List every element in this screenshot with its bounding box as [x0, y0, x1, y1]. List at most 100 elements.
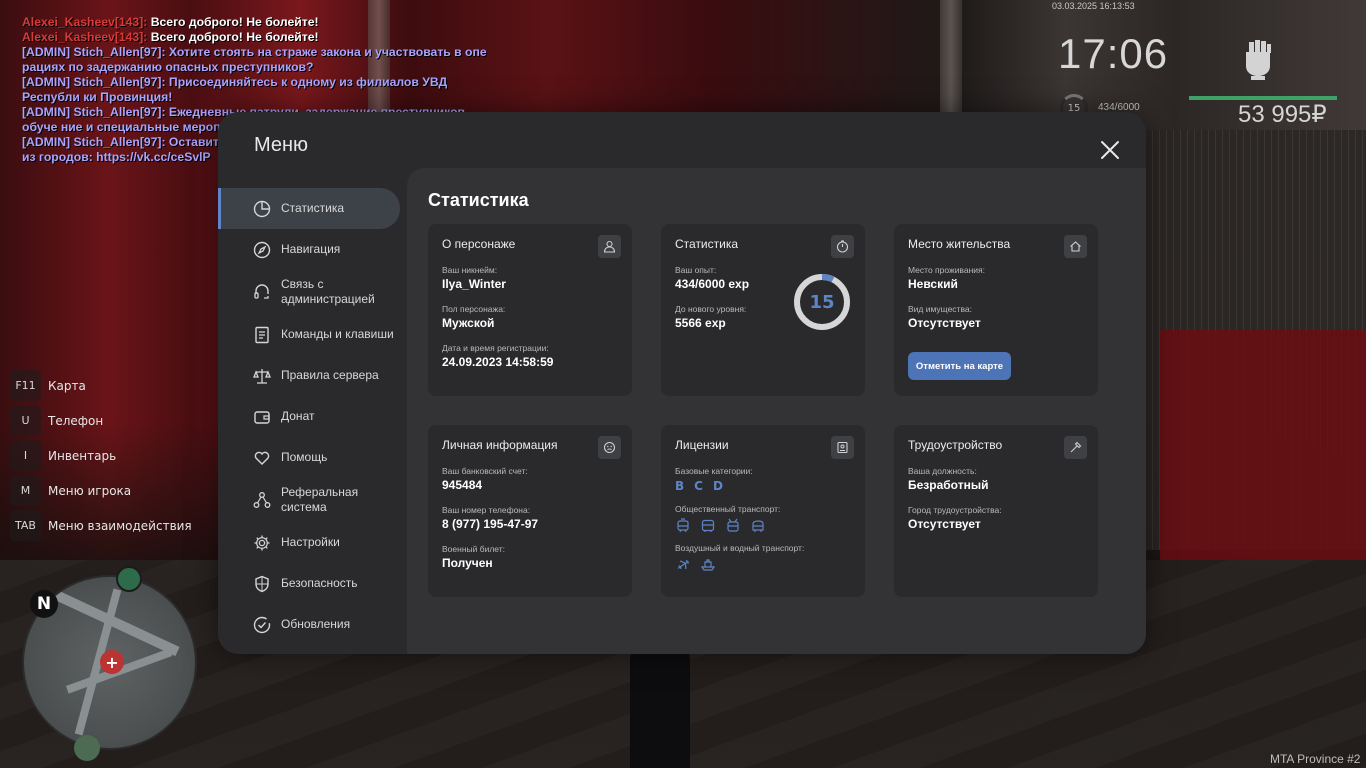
menu-window: Меню Статистика Навигация Связь с админи… [218, 112, 1146, 654]
sidebar-item-label: Команды и клавиши [281, 327, 394, 341]
position-label: Ваша должность: [908, 466, 977, 476]
gender-value: Мужской [442, 316, 495, 330]
stopwatch-icon [831, 235, 854, 258]
sidebar-item-label: Статистика [281, 201, 345, 215]
sidebar-item-label: Настройки [281, 535, 340, 549]
license-category: D [712, 479, 723, 493]
sidebar-item-label: Безопасность [281, 576, 358, 590]
sidebar-item-rules[interactable]: Правила сервера [218, 355, 400, 396]
airplane-icon [677, 559, 689, 570]
phone-value: 8 (977) 195-47-97 [442, 517, 539, 531]
keybind-label: Меню игрока [48, 483, 132, 498]
nickname-value: Ilya_Winter [442, 277, 506, 291]
card-title: Статистика [675, 237, 739, 251]
keybind-label: Меню взаимодействия [48, 518, 192, 533]
sidebar-item-label: Помощь [281, 450, 328, 464]
air-water-transport-icons [675, 557, 851, 573]
sidebar-item-statistics[interactable]: Статистика [218, 188, 400, 229]
mark-on-map-button[interactable]: Отметить на карте [908, 352, 1011, 380]
keybind-label: Карта [48, 378, 86, 393]
chat-line: Alexei_Kasheev[143]: Всего доброго! Не б… [22, 15, 319, 29]
scales-icon [253, 368, 271, 384]
position-value: Безработный [908, 478, 989, 492]
chat-line: Alexei_Kasheev[143]: Всего доброго! Не б… [22, 30, 319, 44]
id-card-icon [831, 436, 854, 459]
registration-value: 24.09.2023 14:58:59 [442, 355, 554, 369]
key-badge: F11 [10, 370, 41, 401]
nickname-label: Ваш никнейм: [442, 265, 498, 275]
compass-icon [253, 241, 271, 258]
sidebar-item-security[interactable]: Безопасность [218, 563, 400, 604]
heart-hand-icon [254, 451, 270, 465]
close-icon[interactable] [1098, 138, 1122, 162]
card-title: Трудоустройство [908, 438, 1003, 452]
chat-line: [ADMIN] Stich_Allen[97]: Присоединяйтесь… [22, 75, 448, 104]
hammer-icon [1064, 436, 1087, 459]
page-title: Статистика [428, 190, 529, 210]
public-transport-label: Общественный транспорт: [675, 504, 781, 514]
sidebar-item-referral[interactable]: Реферальная система [218, 478, 400, 522]
residence-value: Невский [908, 277, 958, 291]
sidebar-item-label: Навигация [281, 242, 341, 256]
keybind-label: Телефон [48, 413, 104, 428]
base-categories-label: Базовые категории: [675, 466, 753, 476]
sidebar-item-updates[interactable]: Обновления [218, 604, 400, 645]
server-watermark: MTA Province #2 [1270, 752, 1361, 766]
key-badge: U [10, 405, 41, 436]
keybind-map: F11 Карта [10, 368, 192, 403]
statistics-panel: Статистика О персонаже Ваш никнейм: Ilya… [407, 168, 1146, 654]
sidebar-item-label: Реферальная система [281, 485, 359, 514]
menu-sidebar: Статистика Навигация Связь с администрац… [218, 188, 400, 645]
public-transport-icons [675, 518, 851, 534]
gender-label: Пол персонажа: [442, 304, 506, 314]
wallet-icon [254, 410, 270, 424]
sidebar-item-help[interactable]: Помощь [218, 437, 400, 478]
pie-chart-icon [253, 200, 271, 217]
level-number: 15 [809, 291, 835, 313]
sidebar-item-contact-admin[interactable]: Связь с администрацией [218, 270, 400, 314]
scene-character [630, 640, 690, 768]
keybind-inventory: I Инвентарь [10, 438, 192, 473]
property-value: Отсутствует [908, 316, 981, 330]
card-personal-info: Личная информация Ваш банковский счет: 9… [428, 425, 632, 597]
keybind-player-menu: M Меню игрока [10, 473, 192, 508]
hud-datetime: 03.03.2025 16:13:53 [1052, 1, 1135, 11]
air-water-transport-label: Воздушный и водный транспорт: [675, 543, 805, 553]
card-residence: Место жительства Место проживания: Невск… [894, 224, 1098, 396]
minimap-north-icon: N [30, 590, 58, 618]
card-title: О персонаже [442, 237, 516, 251]
check-circle-icon [253, 616, 271, 633]
hud-clock: 17:06 [1058, 30, 1169, 77]
key-badge: M [10, 475, 41, 506]
sidebar-item-label: Связь с администрацией [281, 277, 375, 306]
face-icon [598, 436, 621, 459]
sidebar-item-settings[interactable]: Настройки [218, 522, 400, 563]
sidebar-item-navigation[interactable]: Навигация [218, 229, 400, 270]
keybind-hints: F11 Карта U Телефон I Инвентарь M Меню игрок… [10, 368, 192, 543]
trolleybus-icon [727, 518, 739, 532]
chat-line: [ADMIN] Stich_Allen[97]: Хотите стоять н… [22, 45, 487, 74]
headset-icon [254, 284, 269, 299]
card-employment: Трудоустройство Ваша должность: Безработ… [894, 425, 1098, 597]
card-title: Личная информация [442, 438, 558, 452]
license-categories: B C D [675, 479, 851, 493]
card-title: Лицензии [675, 438, 729, 452]
bank-account-label: Ваш банковский счет: [442, 466, 528, 476]
bank-blip-icon [74, 735, 100, 761]
employment-city-value: Отсутствует [908, 517, 981, 531]
key-badge: TAB [10, 510, 41, 541]
sidebar-item-label: Донат [281, 409, 315, 423]
sidebar-item-donate[interactable]: Донат [218, 396, 400, 437]
phone-label: Ваш номер телефона: [442, 505, 531, 515]
scene-door [1160, 330, 1366, 560]
property-label: Вид имущества: [908, 304, 972, 314]
fist-icon [1246, 40, 1271, 80]
network-icon [253, 492, 271, 508]
key-badge: I [10, 440, 41, 471]
sidebar-item-commands[interactable]: Команды и клавиши [218, 314, 400, 355]
hospital-blip-icon: + [100, 650, 124, 674]
license-category: C [694, 479, 703, 493]
card-licenses: Лицензии Базовые категории: B C D Общест… [661, 425, 865, 597]
sidebar-item-label: Обновления [281, 617, 351, 631]
menu-title: Меню [254, 134, 309, 156]
